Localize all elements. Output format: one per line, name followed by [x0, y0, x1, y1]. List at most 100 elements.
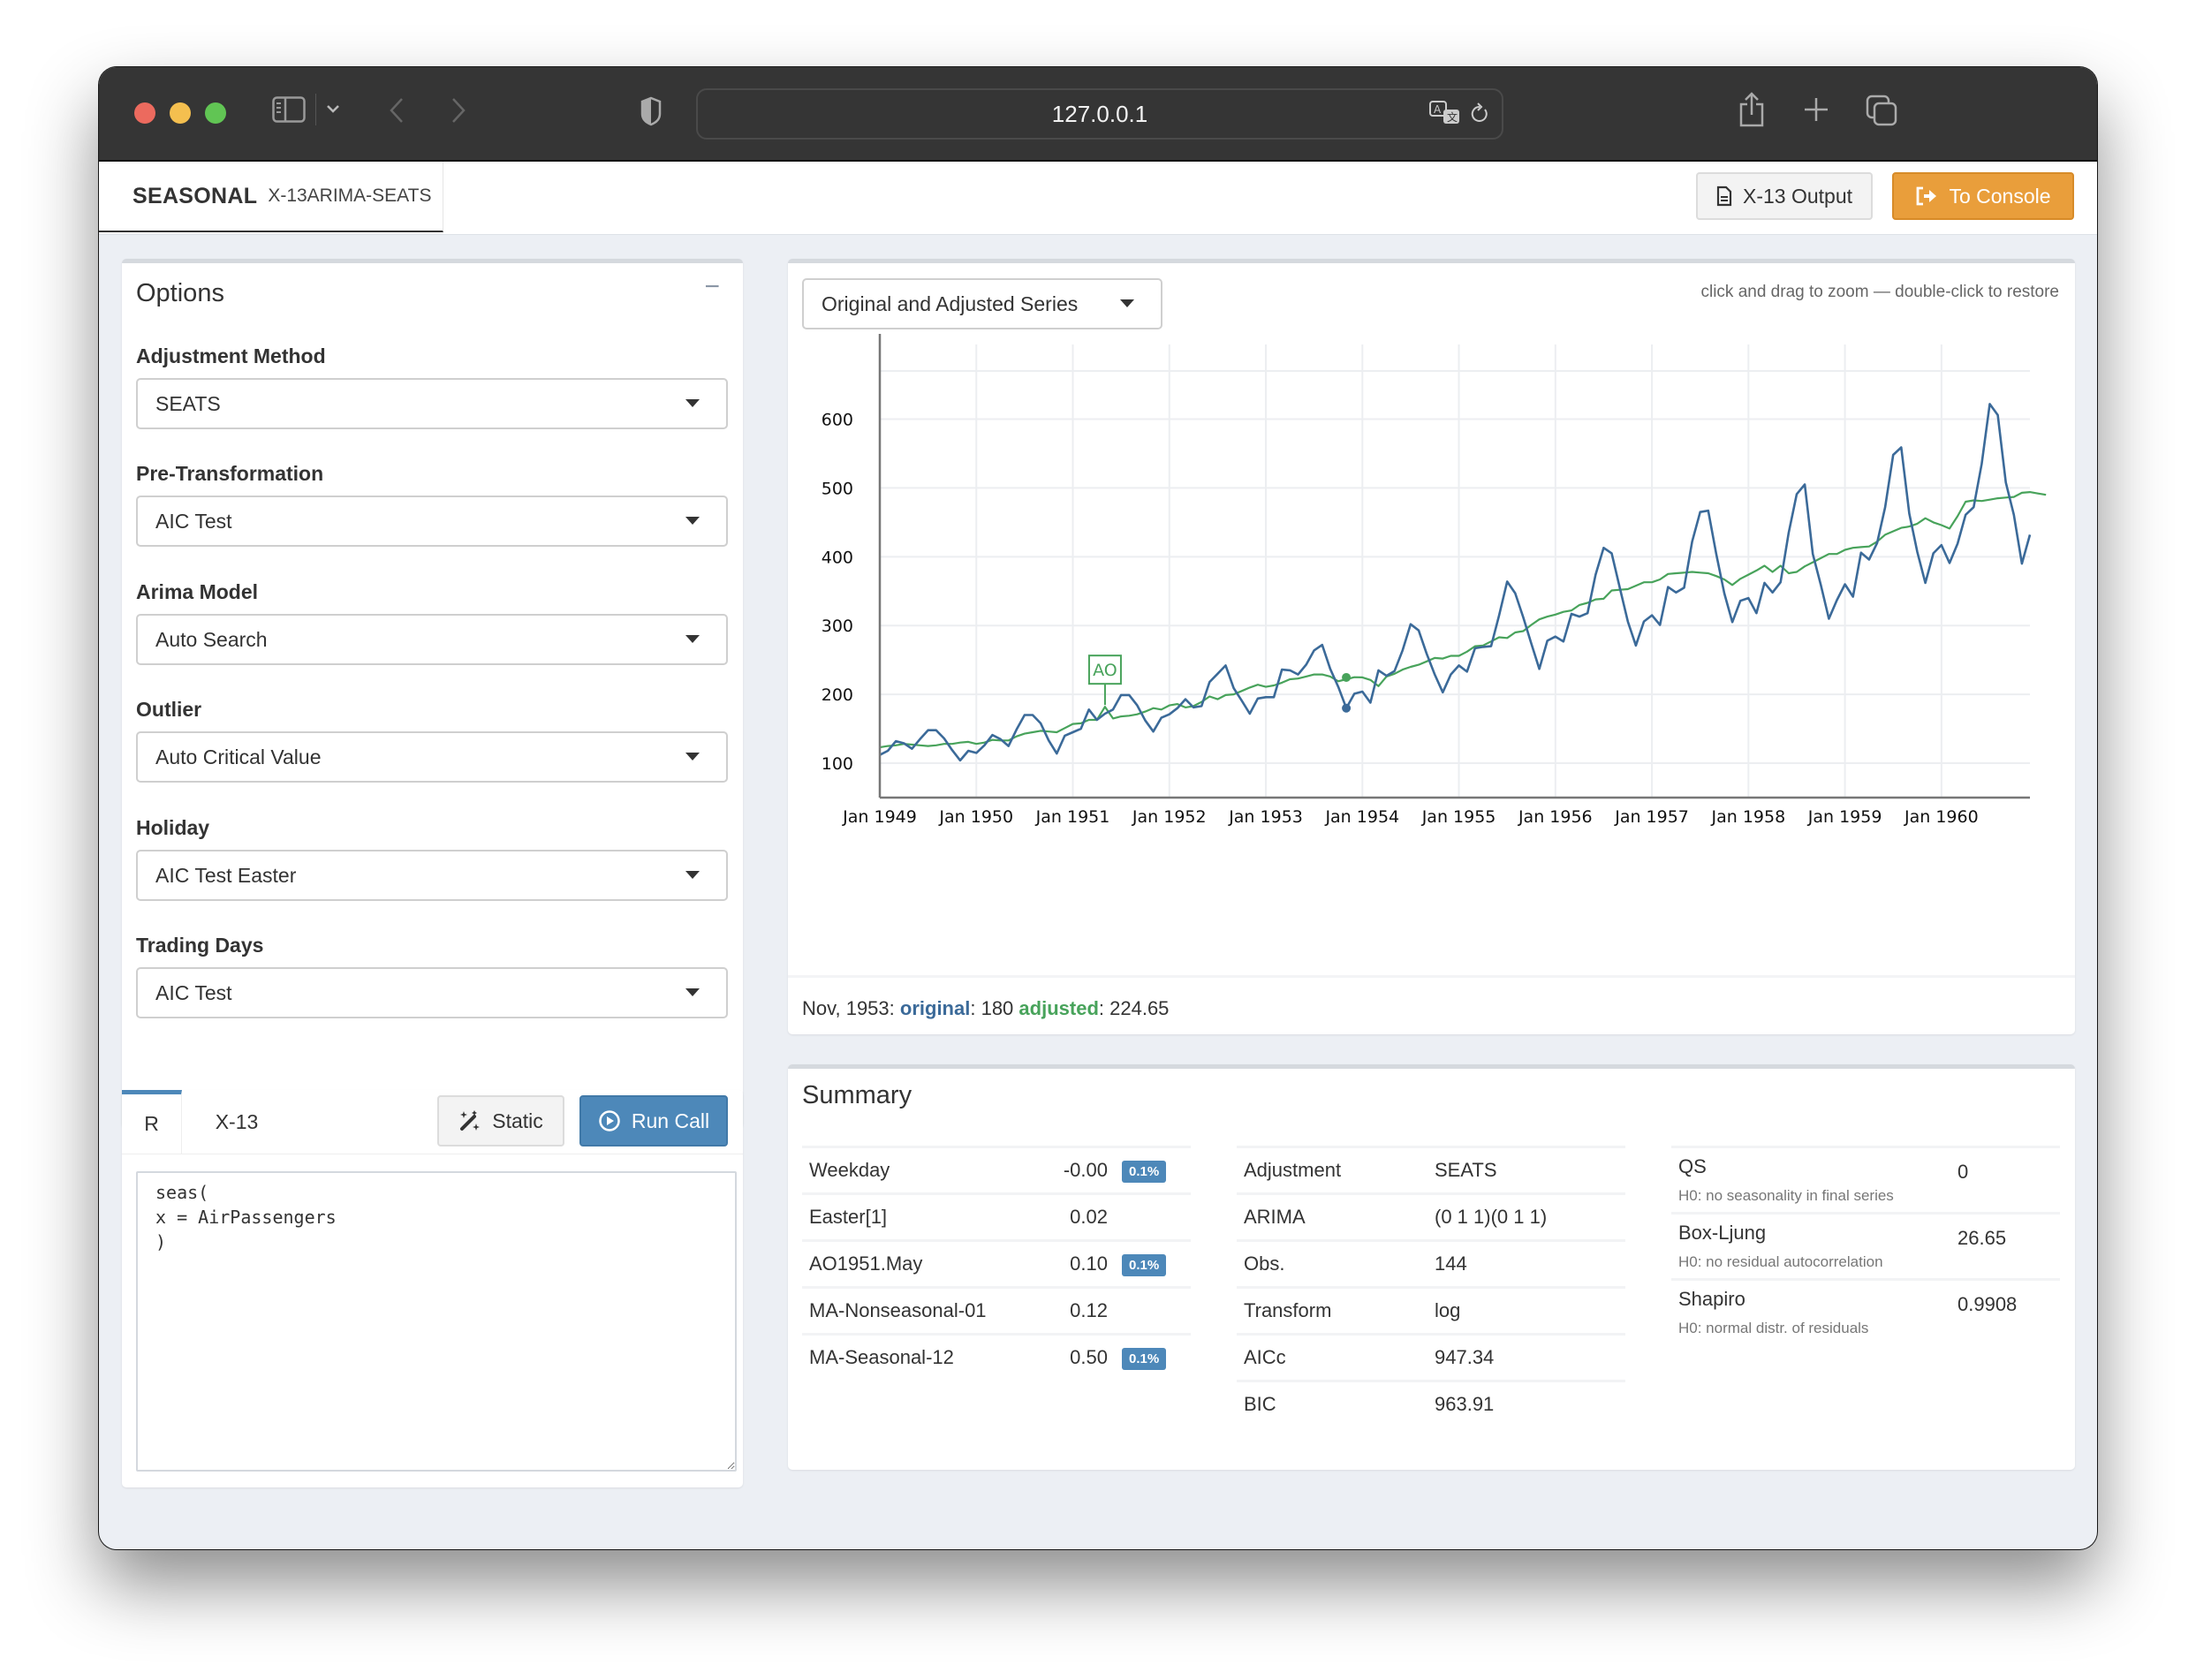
- coefficient-name: Weekday: [802, 1146, 1021, 1194]
- x-tick-label: Jan 1952: [1132, 807, 1207, 827]
- model-stat-name: ARIMA: [1237, 1192, 1427, 1241]
- coefficient-name: MA-Seasonal-12: [802, 1333, 1021, 1380]
- tabs-overview-icon[interactable]: [1864, 94, 1899, 127]
- y-tick-label: 400: [822, 548, 853, 567]
- time-series-chart[interactable]: 100200300400500600 Jan 1949 Jan 1950 Jan 1…: [788, 334, 2075, 970]
- chart-annotations: AO: [1087, 655, 1122, 706]
- significance-cell: [1115, 1286, 1191, 1335]
- highlight-point-original[interactable]: [1342, 703, 1352, 713]
- to-console-label: To Console: [1949, 184, 2051, 208]
- x13-output-button[interactable]: X-13 Output: [1696, 172, 1873, 220]
- outlier-select[interactable]: Auto Critical Value: [136, 731, 728, 783]
- y-tick-label: 300: [822, 617, 853, 636]
- coefficient-row: Easter[1] 0.02: [802, 1192, 1191, 1241]
- options-panel: Options − Adjustment Method SEATS Pre-Tr…: [122, 259, 743, 1128]
- to-console-button[interactable]: To Console: [1892, 172, 2074, 220]
- model-row: AICc 947.34: [1237, 1333, 1625, 1381]
- outlier-label: Outlier: [136, 698, 202, 721]
- caret-down-icon: [685, 517, 700, 525]
- y-tick-label: 100: [822, 754, 853, 774]
- trading-days-value: AIC Test: [155, 980, 232, 1004]
- trading-days-select[interactable]: AIC Test: [136, 967, 728, 1018]
- model-row: ARIMA (0 1 1)(0 1 1): [1237, 1192, 1625, 1241]
- tab-r[interactable]: R: [122, 1090, 182, 1154]
- tab-x13-label: X-13: [215, 1109, 259, 1133]
- minimize-window-button[interactable]: [170, 102, 191, 124]
- series-line-original: [879, 403, 2032, 762]
- x-tick-label: Jan 1953: [1228, 807, 1303, 827]
- readout-adjusted-label: adjusted: [1018, 997, 1099, 1019]
- series-view-value: Original and Adjusted Series: [822, 291, 1079, 315]
- test-name: QS: [1678, 1155, 1707, 1177]
- maximize-window-button[interactable]: [205, 102, 226, 124]
- holiday-label: Holiday: [136, 816, 210, 839]
- readout-original-label: original: [899, 997, 971, 1019]
- options-title: Options: [136, 279, 224, 307]
- coefficient-name: Easter[1]: [802, 1192, 1021, 1241]
- model-row: Adjustment SEATS: [1237, 1146, 1625, 1194]
- coefficient-row: Weekday -0.00 0.1%: [802, 1146, 1191, 1194]
- tab-x13[interactable]: X-13: [191, 1090, 283, 1154]
- run-call-button[interactable]: Run Call: [579, 1095, 728, 1146]
- run-call-label: Run Call: [631, 1109, 710, 1132]
- chevron-down-icon[interactable]: [323, 99, 343, 118]
- y-tick-label: 200: [822, 685, 853, 705]
- back-icon[interactable]: [383, 95, 410, 125]
- readout-original-value: 180: [981, 997, 1014, 1019]
- highlight-point-adjusted[interactable]: [1342, 672, 1352, 682]
- model-stat-value: 947.34: [1427, 1333, 1625, 1381]
- collapse-icon[interactable]: −: [704, 272, 720, 302]
- app-brand[interactable]: SEASONAL X-13ARIMA-SEATS: [99, 162, 443, 232]
- significance-badge: 0.1%: [1122, 1348, 1167, 1370]
- address-bar[interactable]: 127.0.0.1 A文: [696, 88, 1503, 140]
- pre-transformation-select[interactable]: AIC Test: [136, 496, 728, 547]
- static-button[interactable]: Static: [437, 1095, 564, 1146]
- sidebar-toggle-icon[interactable]: [271, 94, 307, 125]
- new-tab-icon[interactable]: [1802, 95, 1830, 124]
- test-cell: Shapiro H0: normal distr. of residuals: [1671, 1278, 1950, 1344]
- adjustment-method-value: SEATS: [155, 391, 221, 415]
- close-window-button[interactable]: [134, 102, 155, 124]
- significance-cell: [1115, 1192, 1191, 1241]
- file-icon: [1716, 185, 1732, 207]
- test-name: Box-Ljung: [1678, 1222, 1767, 1244]
- chart-panel: Original and Adjusted Series click and d…: [788, 259, 2075, 1034]
- series-view-select[interactable]: Original and Adjusted Series: [802, 278, 1162, 329]
- zoom-hint: click and drag to zoom — double-click to…: [1700, 283, 2059, 301]
- x-tick-label: Jan 1957: [1614, 807, 1689, 827]
- holiday-select[interactable]: AIC Test Easter: [136, 850, 728, 901]
- test-description: H0: no seasonality in final series: [1678, 1187, 1894, 1204]
- x-tick-label: Jan 1958: [1710, 807, 1785, 827]
- coefficient-row: MA-Seasonal-12 0.50 0.1%: [802, 1333, 1191, 1380]
- play-circle-icon: [599, 1110, 620, 1131]
- adjustment-method-select[interactable]: SEATS: [136, 378, 728, 429]
- hover-readout: Nov, 1953: original: 180 adjusted: 224.6…: [788, 975, 2075, 1040]
- toolbar-divider: [315, 94, 316, 125]
- translate-icon[interactable]: A文: [1429, 101, 1463, 127]
- test-cell: Box-Ljung H0: no residual autocorrelation: [1671, 1212, 1950, 1280]
- significance-badge: 0.1%: [1122, 1161, 1167, 1183]
- model-stat-value: (0 1 1)(0 1 1): [1427, 1192, 1625, 1241]
- url-text: 127.0.0.1: [1051, 100, 1148, 127]
- reload-icon[interactable]: [1468, 101, 1491, 127]
- arima-model-select[interactable]: Auto Search: [136, 614, 728, 665]
- test-cell: QS H0: no seasonality in final series: [1671, 1146, 1950, 1214]
- adjustment-method-label: Adjustment Method: [136, 344, 326, 367]
- share-icon[interactable]: [1737, 90, 1767, 129]
- forward-icon[interactable]: [445, 95, 472, 125]
- model-stat-name: AICc: [1237, 1333, 1427, 1381]
- arima-model-label: Arima Model: [136, 580, 259, 603]
- tab-r-label: R: [144, 1112, 159, 1135]
- brand-title: SEASONAL: [133, 183, 258, 208]
- shield-icon[interactable]: [638, 95, 664, 127]
- r-call-editor[interactable]: [136, 1171, 737, 1472]
- coefficient-value: 0.10: [1021, 1239, 1115, 1288]
- x-tick-label: Jan 1960: [1904, 807, 1979, 827]
- coefficients-table: Weekday -0.00 0.1% Easter[1] 0.02 AO1951.May 0…: [802, 1146, 1191, 1380]
- x-tick-label: Jan 1959: [1807, 807, 1882, 827]
- annotation-label: AO: [1093, 661, 1117, 680]
- x-tick-label: Jan 1954: [1324, 807, 1399, 827]
- brand-subtitle: X-13ARIMA-SEATS: [268, 185, 432, 206]
- significance-badge: 0.1%: [1122, 1254, 1167, 1276]
- caret-down-icon: [685, 635, 700, 643]
